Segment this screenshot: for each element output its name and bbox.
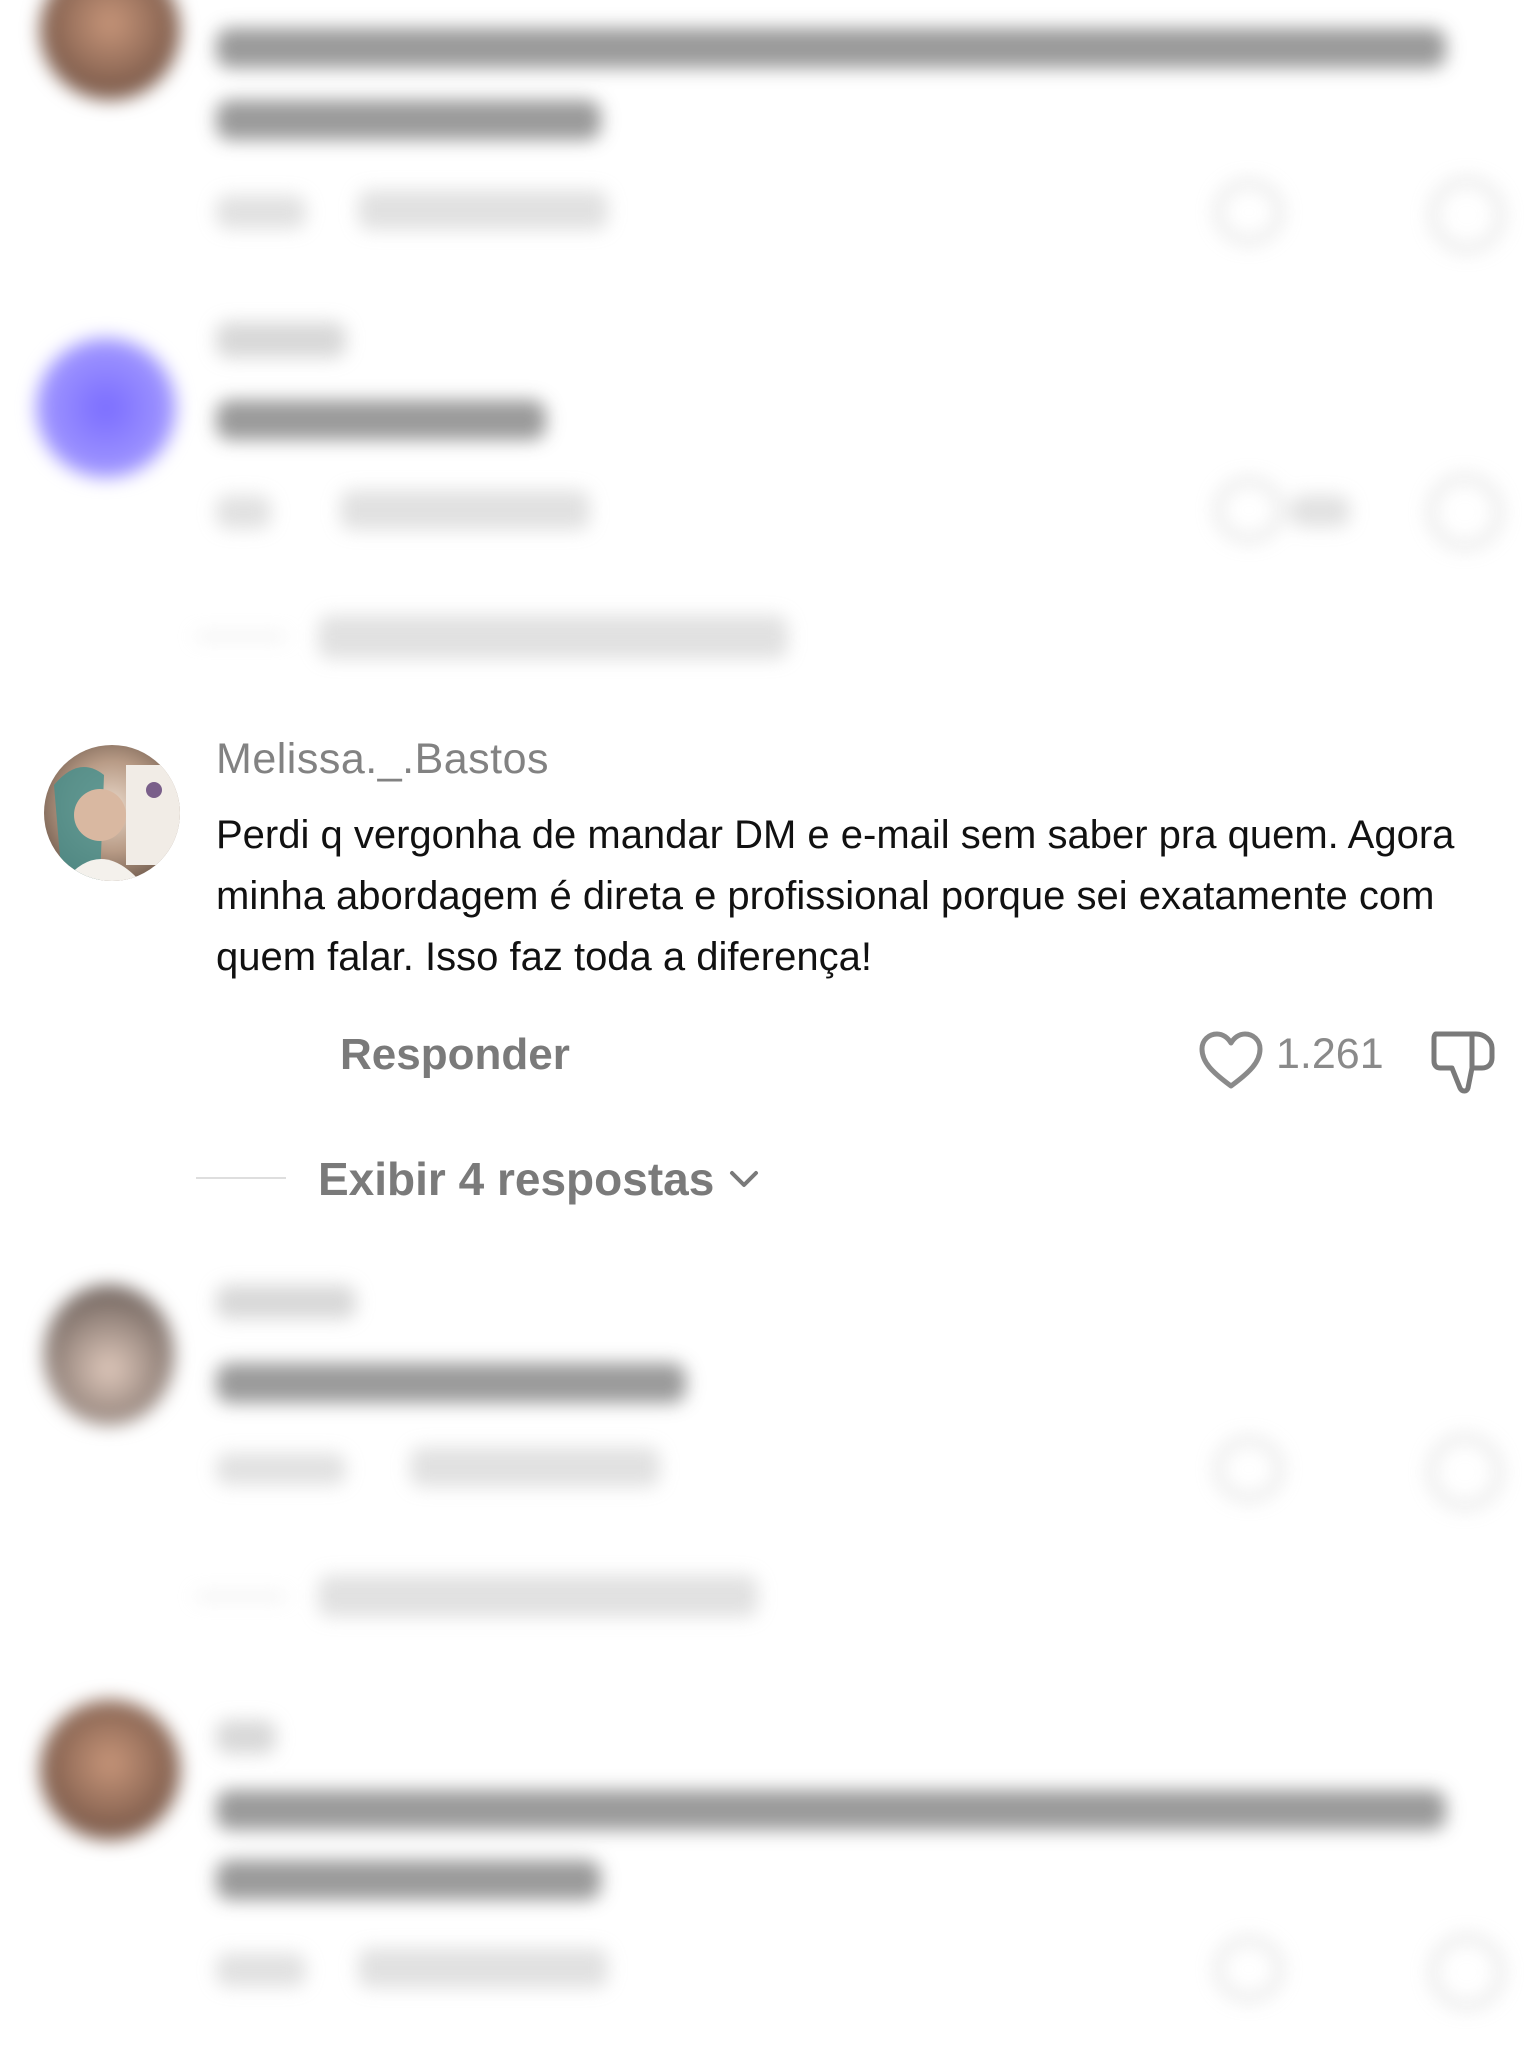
heart-outline-icon[interactable] (1198, 1030, 1264, 1090)
chevron-down-icon (730, 1171, 759, 1187)
avatar (40, 1700, 180, 1840)
thread-divider (196, 1177, 286, 1179)
blurred-comments-top (0, 0, 1536, 690)
reply-button[interactable]: Responder (340, 1030, 570, 1080)
avatar[interactable] (44, 745, 180, 881)
view-replies-label: Exibir 4 respostas (318, 1153, 715, 1205)
comment-feed: Melissa._.Bastos Perdi q vergonha de man… (0, 0, 1536, 2048)
view-replies-button[interactable]: Exibir 4 respostas (318, 1152, 762, 1206)
thumbs-down-icon[interactable] (1428, 1028, 1500, 1094)
comment-text: Perdi q vergonha de mandar DM e e-mail s… (216, 813, 1455, 979)
avatar (44, 1285, 174, 1425)
avatar (36, 338, 176, 478)
avatar (40, 0, 180, 100)
like-count: 1.261 (1276, 1030, 1384, 1078)
blurred-comments-bottom (0, 1265, 1536, 2048)
comment-username[interactable]: Melissa._.Bastos (216, 735, 549, 784)
